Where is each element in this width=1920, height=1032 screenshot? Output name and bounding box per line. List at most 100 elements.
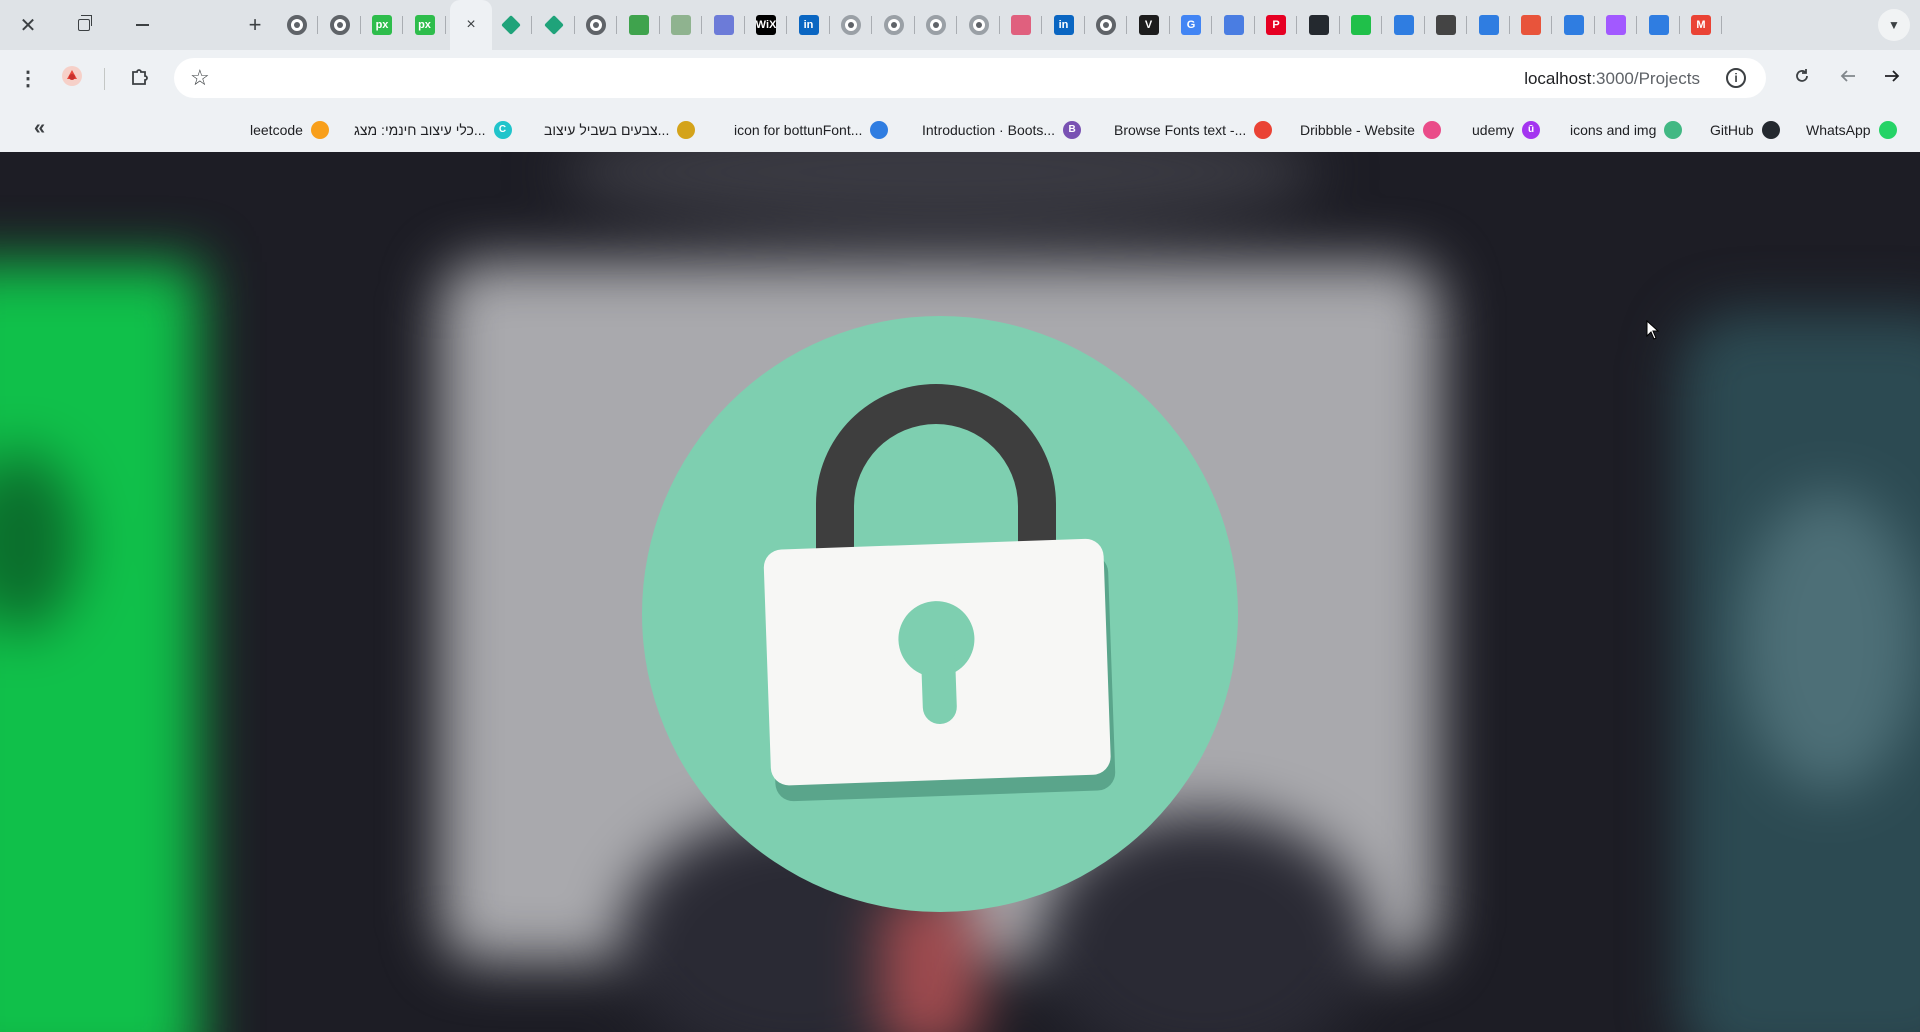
extensions-icon (130, 66, 150, 91)
tab[interactable] (1350, 14, 1372, 36)
tab[interactable] (1520, 14, 1542, 36)
new-tab-button[interactable]: + (240, 12, 270, 38)
tab[interactable] (883, 14, 905, 36)
tab-separator (1721, 16, 1722, 34)
bookmark-item[interactable]: צבעים בשביל עיצוב... (544, 119, 696, 141)
tab-active[interactable]: × (450, 0, 492, 50)
tab-separator (1593, 16, 1595, 34)
bookmark-item[interactable]: icons and img (1570, 119, 1683, 141)
fonts-icon (1254, 121, 1273, 139)
page-viewport (0, 152, 1920, 1032)
bolt-icon (1393, 15, 1414, 35)
bookmark-label: icons and img (1570, 122, 1657, 138)
bookmark-item[interactable]: Dribbble - Website (1300, 119, 1441, 141)
bolt-icon (1648, 15, 1669, 35)
bookmark-item[interactable]: כלי עיצוב חינמי: מצג... C (354, 119, 512, 141)
tab[interactable] (840, 14, 862, 36)
bootstrap-icon: B (1063, 121, 1082, 139)
tab[interactable]: WiX (755, 14, 777, 36)
tab[interactable] (1095, 14, 1117, 36)
canva-icon: C (493, 121, 512, 139)
window-minimize-button[interactable] (124, 10, 160, 40)
paint-icon (677, 121, 696, 139)
tab[interactable] (968, 14, 990, 36)
bookmark-item[interactable]: leetcode (250, 119, 329, 141)
tab[interactable] (1605, 14, 1627, 36)
bookmark-item[interactable]: udemy ū (1472, 119, 1541, 141)
tab[interactable] (500, 14, 522, 36)
tab[interactable] (1308, 14, 1330, 36)
tab[interactable] (1393, 14, 1415, 36)
tab[interactable]: P (1265, 14, 1287, 36)
tab[interactable] (1478, 14, 1500, 36)
tab-close-icon[interactable]: × (466, 16, 475, 34)
tab[interactable] (329, 14, 351, 36)
diamond-icon (501, 15, 521, 35)
globe-icon (968, 15, 989, 35)
tab[interactable] (1010, 14, 1032, 36)
tab[interactable]: in (1053, 14, 1075, 36)
tab[interactable]: M (1690, 14, 1712, 36)
bookmarks-collapse-button[interactable]: « (34, 117, 45, 140)
back-button[interactable] (1832, 62, 1864, 94)
tab[interactable] (713, 14, 735, 36)
window-close-button[interactable]: ✕ (10, 10, 46, 40)
dribbble-icon (1422, 121, 1441, 139)
bookmark-item[interactable]: WhatsApp (1806, 119, 1897, 141)
minimize-icon (135, 24, 149, 26)
bookmark-label: Introduction · Boots... (922, 122, 1056, 138)
bookmark-label: צבעים בשביל עיצוב... (544, 122, 670, 138)
bookmark-item[interactable]: icon for bottunFont... (734, 119, 889, 141)
tab-search-button[interactable]: ▼ (1878, 9, 1910, 41)
reload-button[interactable] (1786, 62, 1818, 94)
bookmark-label: GitHub (1710, 122, 1754, 138)
address-bar[interactable]: ☆ localhost:3000/Projects i (174, 58, 1766, 98)
star-icon[interactable]: ☆ (190, 65, 210, 91)
tab[interactable]: G (1180, 14, 1202, 36)
url-host: localhost (1524, 69, 1592, 88)
tab[interactable] (628, 14, 650, 36)
tab[interactable]: px (371, 14, 393, 36)
extensions-button[interactable] (124, 62, 156, 94)
tab[interactable]: in (798, 14, 820, 36)
tab-separator (1168, 16, 1170, 34)
udemy-icon: ū (1522, 121, 1541, 139)
bookmark-item[interactable]: Browse Fonts text -... (1114, 119, 1273, 141)
google-icon: G (1181, 15, 1201, 35)
bookmark-label: udemy (1472, 122, 1515, 138)
tab[interactable]: V (1138, 14, 1160, 36)
tab[interactable] (1435, 14, 1457, 36)
flag-icon (870, 121, 889, 139)
tab[interactable] (543, 14, 565, 36)
tab-separator (1211, 16, 1212, 34)
tab[interactable]: px (414, 14, 436, 36)
tab[interactable] (670, 14, 692, 36)
tab[interactable] (1648, 14, 1670, 36)
profile-button[interactable] (56, 62, 88, 94)
chrome-icon (1096, 15, 1116, 35)
globe-icon (883, 15, 904, 35)
tab[interactable] (925, 14, 947, 36)
tab[interactable] (286, 14, 308, 36)
tab-separator (1126, 16, 1127, 34)
restore-icon (78, 15, 92, 31)
close-icon: ✕ (19, 14, 37, 37)
heart-icon (1223, 15, 1244, 35)
bookmark-label: Dribbble - Website (1300, 122, 1415, 138)
bookmark-item[interactable]: GitHub (1710, 119, 1780, 141)
tab-separator (1508, 16, 1510, 34)
chrome-icon (329, 15, 350, 35)
bookmark-item[interactable]: Introduction · Boots... B (922, 119, 1082, 141)
chrome-icon (287, 15, 307, 35)
tab[interactable] (1223, 14, 1245, 36)
browser-menu-button[interactable]: ⋮ (12, 62, 44, 94)
tab[interactable] (1563, 14, 1585, 36)
tab[interactable] (585, 14, 607, 36)
tab-separator (998, 16, 1000, 34)
infinity-icon (628, 15, 649, 35)
tab-separator (1636, 16, 1637, 34)
forward-button[interactable] (1876, 62, 1908, 94)
url-text[interactable]: localhost:3000/Projects (1524, 69, 1700, 89)
window-restore-button[interactable] (66, 10, 102, 40)
site-info-icon[interactable]: i (1726, 68, 1746, 88)
